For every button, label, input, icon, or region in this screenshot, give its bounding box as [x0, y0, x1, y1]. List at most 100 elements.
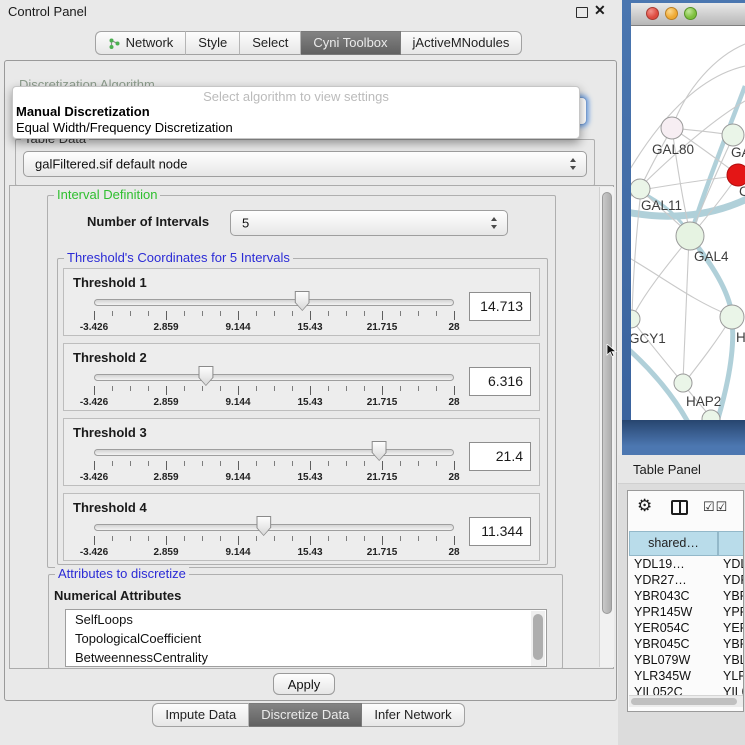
threshold-1-slider[interactable]: -3.426 2.859 9.144 15.43 21.715 28 [94, 269, 455, 337]
slider-track[interactable] [94, 449, 454, 456]
zoom-traffic-light[interactable] [684, 7, 697, 20]
list-scrollbar[interactable] [531, 611, 545, 667]
tab-select[interactable]: Select [240, 31, 301, 55]
table-row[interactable]: YER054CYER0 [629, 620, 744, 636]
dropdown-option-manual[interactable]: Manual Discretization [16, 104, 150, 119]
cell[interactable]: YBR0 [717, 636, 744, 652]
cell[interactable]: YBL0 [717, 652, 744, 668]
list-item[interactable]: TopologicalCoefficient [66, 629, 546, 648]
table-horizontal-scrollbar-thumb[interactable] [631, 698, 737, 705]
table-horizontal-scrollbar[interactable] [629, 695, 743, 707]
column-header-shared[interactable]: shared… [629, 531, 718, 556]
network-node-gal4[interactable] [676, 222, 704, 250]
cell[interactable]: YDL1 [717, 556, 744, 572]
list-item[interactable]: BetweennessCentrality [66, 648, 546, 667]
tab-impute-data[interactable]: Impute Data [152, 703, 249, 727]
table-row[interactable]: YLR345WYLR3 [629, 668, 744, 684]
threshold-2-value-field[interactable]: 6.316 [469, 367, 531, 396]
cell[interactable]: YDL19… [629, 556, 717, 572]
cell[interactable]: YDR2 [717, 572, 744, 588]
cell[interactable]: YBL079W [629, 652, 717, 668]
table-data-combo[interactable]: galFiltered.sif default node [23, 151, 587, 177]
cell[interactable]: YDR27… [629, 572, 717, 588]
close-icon[interactable]: ✕ [594, 2, 606, 19]
table-panel-header: Table Panel [618, 455, 745, 484]
slider-track[interactable] [94, 524, 454, 531]
cell[interactable]: YBR043C [629, 588, 717, 604]
dropdown-option-equal-width[interactable]: Equal Width/Frequency Discretization [16, 120, 233, 135]
table-row[interactable]: YBL079WYBL0 [629, 652, 744, 668]
network-node-hap2[interactable] [674, 374, 692, 392]
threshold-4-value-field[interactable]: 11.344 [469, 517, 531, 546]
apply-button[interactable]: Apply [273, 673, 335, 695]
network-node-partial-bottom[interactable] [702, 410, 720, 420]
threshold-4-slider[interactable]: -3.426 2.859 9.144 15.43 21.715 28 [94, 494, 455, 562]
table-row[interactable]: YDL19…YDL1 [629, 556, 744, 572]
dropdown-hint: Select algorithm to view settings [13, 89, 579, 104]
number-of-intervals-combo[interactable]: 5 [230, 210, 508, 236]
cell[interactable]: YPR145W [629, 604, 717, 620]
gear-icon[interactable]: ⚙ [637, 496, 652, 516]
tab-label: Infer Network [374, 703, 451, 727]
numerical-attributes-list[interactable]: SelfLoops TopologicalCoefficient Between… [65, 609, 547, 667]
tab-jactivemnodules[interactable]: jActiveMNodules [401, 31, 523, 55]
scale-label: 21.715 [367, 322, 398, 333]
scale-label: 2.859 [153, 397, 178, 408]
cell[interactable]: YER054C [629, 620, 717, 636]
table-row[interactable]: YDR27…YDR2 [629, 572, 744, 588]
network-node-gal80[interactable] [661, 117, 683, 139]
table-row[interactable]: YPR145WYPR1 [629, 604, 744, 620]
tab-label: jActiveMNodules [413, 31, 510, 55]
cell[interactable]: YPR1 [717, 604, 744, 620]
tab-network[interactable]: Network [95, 31, 187, 55]
float-window-icon[interactable] [576, 7, 588, 18]
network-graph[interactable]: GAL80 GA C GAL11 GAL4 GCY1 H HAP2 [631, 26, 745, 420]
close-traffic-light[interactable] [646, 7, 659, 20]
threshold-1-value-field[interactable]: 14.713 [469, 292, 531, 321]
list-item[interactable]: SelfLoops [66, 610, 546, 629]
node-label-gal4: GAL4 [694, 249, 729, 264]
network-node-red-selected[interactable] [727, 164, 745, 186]
slider-handle[interactable] [256, 516, 271, 536]
cell[interactable]: YLR345W [629, 668, 717, 684]
cell[interactable]: YBR045C [629, 636, 717, 652]
network-node-partial-top-right[interactable] [722, 124, 744, 146]
threshold-3-value-field[interactable]: 21.4 [469, 442, 531, 471]
tab-label: Impute Data [165, 703, 236, 727]
scale-label: 28 [448, 472, 459, 483]
tab-infer-network[interactable]: Infer Network [362, 703, 464, 727]
node-label-gcy1: GCY1 [631, 331, 666, 346]
checkbox-icons[interactable]: ☑☑ [703, 499, 728, 515]
slider-handle[interactable] [372, 441, 387, 461]
network-canvas[interactable]: GAL80 GA C GAL11 GAL4 GCY1 H HAP2 [631, 26, 745, 420]
tab-style[interactable]: Style [186, 31, 240, 55]
slider-handle[interactable] [198, 366, 213, 386]
table-panel-title: Table Panel [633, 462, 701, 477]
tab-cyni-toolbox[interactable]: Cyni Toolbox [301, 31, 400, 55]
top-tab-bar: Network Style Select Cyni Toolbox jActiv… [0, 31, 617, 55]
slider-handle[interactable] [295, 291, 310, 311]
cell[interactable]: YER0 [717, 620, 744, 636]
network-node-gcy1[interactable] [631, 310, 640, 328]
threshold-2-slider[interactable]: -3.426 2.859 9.144 15.43 21.715 28 [94, 344, 455, 412]
split-columns-icon[interactable] [671, 500, 688, 515]
cell[interactable]: YBR0 [717, 588, 744, 604]
slider-track[interactable] [94, 374, 454, 381]
list-scrollbar-thumb[interactable] [533, 614, 543, 660]
threshold-3-slider[interactable]: -3.426 2.859 9.144 15.43 21.715 28 [94, 419, 455, 487]
viewport-scrollbar[interactable] [599, 187, 614, 667]
tab-discretize-data[interactable]: Discretize Data [249, 703, 362, 727]
network-node-h[interactable] [720, 305, 744, 329]
viewport-scrollbar-thumb[interactable] [602, 192, 612, 614]
network-window-frame: GAL80 GA C GAL11 GAL4 GCY1 H HAP2 [622, 0, 745, 455]
network-window-titlebar[interactable] [631, 3, 745, 26]
scale-label: 15.43 [297, 397, 322, 408]
minimize-traffic-light[interactable] [665, 7, 678, 20]
table-row[interactable]: YBR043CYBR0 [629, 588, 744, 604]
slider-track[interactable] [94, 299, 454, 306]
column-header-name[interactable]: n… [718, 531, 744, 556]
scale-label: 15.43 [297, 547, 322, 558]
table-row[interactable]: YBR045CYBR0 [629, 636, 744, 652]
network-node-gal11[interactable] [631, 179, 650, 199]
cell[interactable]: YLR3 [717, 668, 744, 684]
